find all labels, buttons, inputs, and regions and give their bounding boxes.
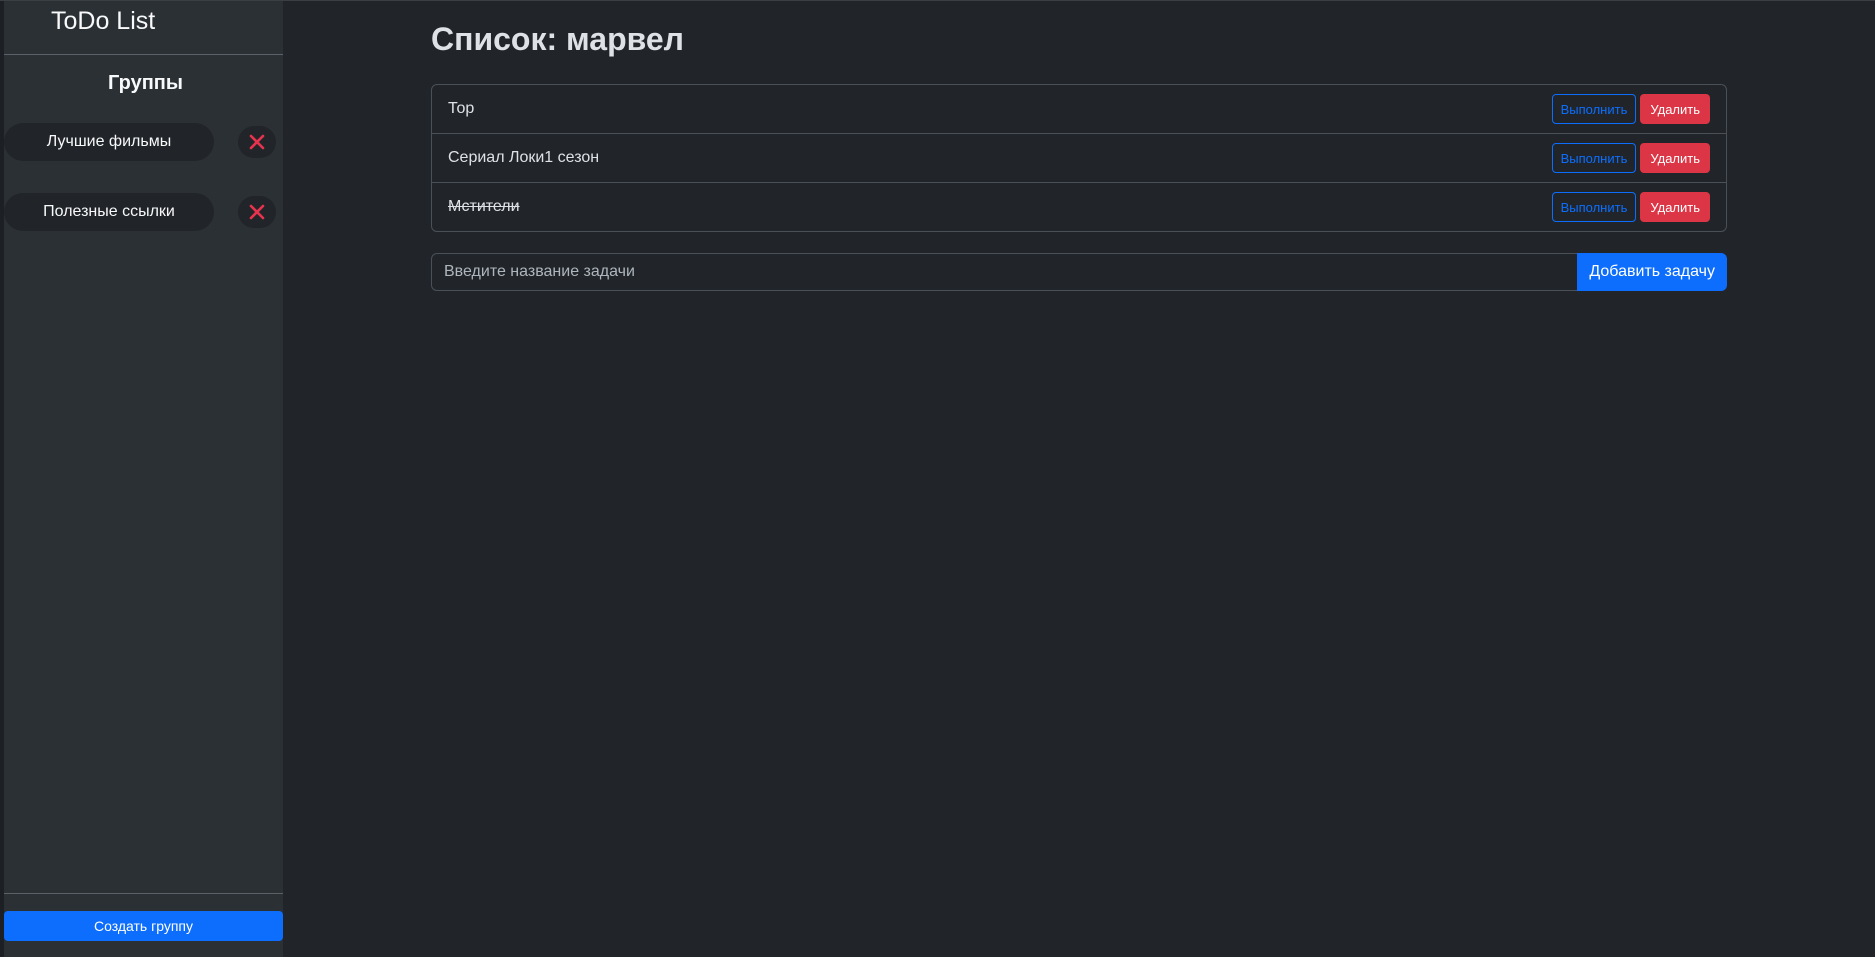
group-item: Полезные ссылки [4, 193, 283, 233]
complete-task-button[interactable]: Выполнить [1551, 94, 1637, 124]
delete-group-button[interactable] [238, 126, 276, 158]
delete-group-button[interactable] [238, 196, 276, 228]
groups-heading: Группы [108, 72, 183, 94]
group-button[interactable]: Лучшие фильмы [4, 123, 214, 161]
task-text: Мстители [448, 198, 520, 215]
close-x-icon [249, 134, 265, 150]
task-row: Тор Выполнить Удалить [432, 85, 1726, 134]
sidebar: ToDo List Группы Лучшие фильмы Полезные … [0, 1, 283, 957]
task-name-input[interactable] [431, 253, 1578, 291]
add-task-form: Добавить задачу [431, 253, 1727, 291]
create-group-button[interactable]: Создать группу [4, 911, 283, 941]
task-text: Тор [448, 100, 475, 117]
task-row: Сериал Локи1 сезон Выполнить Удалить [432, 134, 1726, 183]
group-button[interactable]: Полезные ссылки [4, 193, 214, 231]
footer-divider [4, 893, 283, 894]
complete-task-button[interactable]: Выполнить [1551, 192, 1637, 222]
add-task-button[interactable]: Добавить задачу [1577, 253, 1727, 291]
task-list: Тор Выполнить Удалить Сериал Локи1 сезон… [431, 84, 1727, 232]
page-title: Список: марвел [431, 21, 684, 57]
delete-task-button[interactable]: Удалить [1640, 143, 1710, 173]
delete-task-button[interactable]: Удалить [1640, 192, 1710, 222]
app-brand[interactable]: ToDo List [51, 7, 155, 36]
delete-task-button[interactable]: Удалить [1640, 94, 1710, 124]
brand-divider [4, 54, 283, 55]
close-x-icon [249, 204, 265, 220]
task-row: Мстители Выполнить Удалить [432, 183, 1726, 231]
group-item: Лучшие фильмы [4, 123, 283, 163]
complete-task-button[interactable]: Выполнить [1551, 143, 1637, 173]
task-text: Сериал Локи1 сезон [448, 149, 600, 166]
